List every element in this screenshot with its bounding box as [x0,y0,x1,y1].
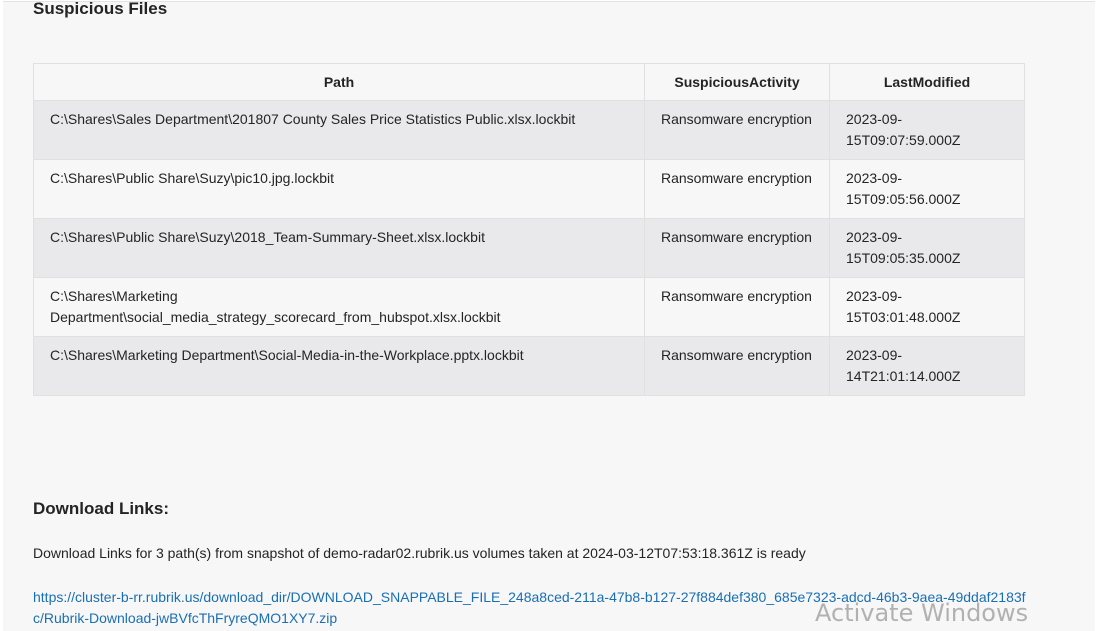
download-links-heading: Download Links: [33,499,169,518]
download-link[interactable]: https://cluster-b-rr.rubrik.us/download_… [33,587,1033,629]
cell-path: C:\Shares\Sales Department\201807 County… [33,100,645,160]
table-header-row: Path SuspiciousActivity LastModified [33,63,1025,101]
column-header-suspicious-activity: SuspiciousActivity [644,63,830,101]
cell-modified: 2023-09-15T09:05:56.000Z [829,159,1025,219]
cell-activity: Ransomware encryption [644,218,830,278]
column-header-path: Path [33,63,645,101]
column-header-last-modified: LastModified [829,63,1025,101]
suspicious-files-heading: Suspicious Files [33,1,168,18]
table-row: C:\Shares\Marketing Department\Social-Me… [33,336,1025,396]
cell-path: C:\Shares\Marketing Department\social_me… [33,277,645,337]
table-row: C:\Shares\Public Share\Suzy\2018_Team-Su… [33,218,1025,278]
report-page: Suspicious Files Path SuspiciousActivity… [3,1,1095,631]
cell-modified: 2023-09-15T09:05:35.000Z [829,218,1025,278]
cell-modified: 2023-09-15T03:01:48.000Z [829,277,1025,337]
download-links-description: Download Links for 3 path(s) from snapsh… [33,545,806,561]
cell-path: C:\Shares\Public Share\Suzy\pic10.jpg.lo… [33,159,645,219]
cell-path: C:\Shares\Public Share\Suzy\2018_Team-Su… [33,218,645,278]
table-row: C:\Shares\Sales Department\201807 County… [33,100,1025,160]
table-row: C:\Shares\Marketing Department\social_me… [33,277,1025,337]
suspicious-files-table: Path SuspiciousActivity LastModified C:\… [33,63,1025,396]
cell-activity: Ransomware encryption [644,100,830,160]
cell-activity: Ransomware encryption [644,277,830,337]
cell-activity: Ransomware encryption [644,336,830,396]
cell-modified: 2023-09-15T09:07:59.000Z [829,100,1025,160]
cell-modified: 2023-09-14T21:01:14.000Z [829,336,1025,396]
cell-activity: Ransomware encryption [644,159,830,219]
table-row: C:\Shares\Public Share\Suzy\pic10.jpg.lo… [33,159,1025,219]
cell-path: C:\Shares\Marketing Department\Social-Me… [33,336,645,396]
